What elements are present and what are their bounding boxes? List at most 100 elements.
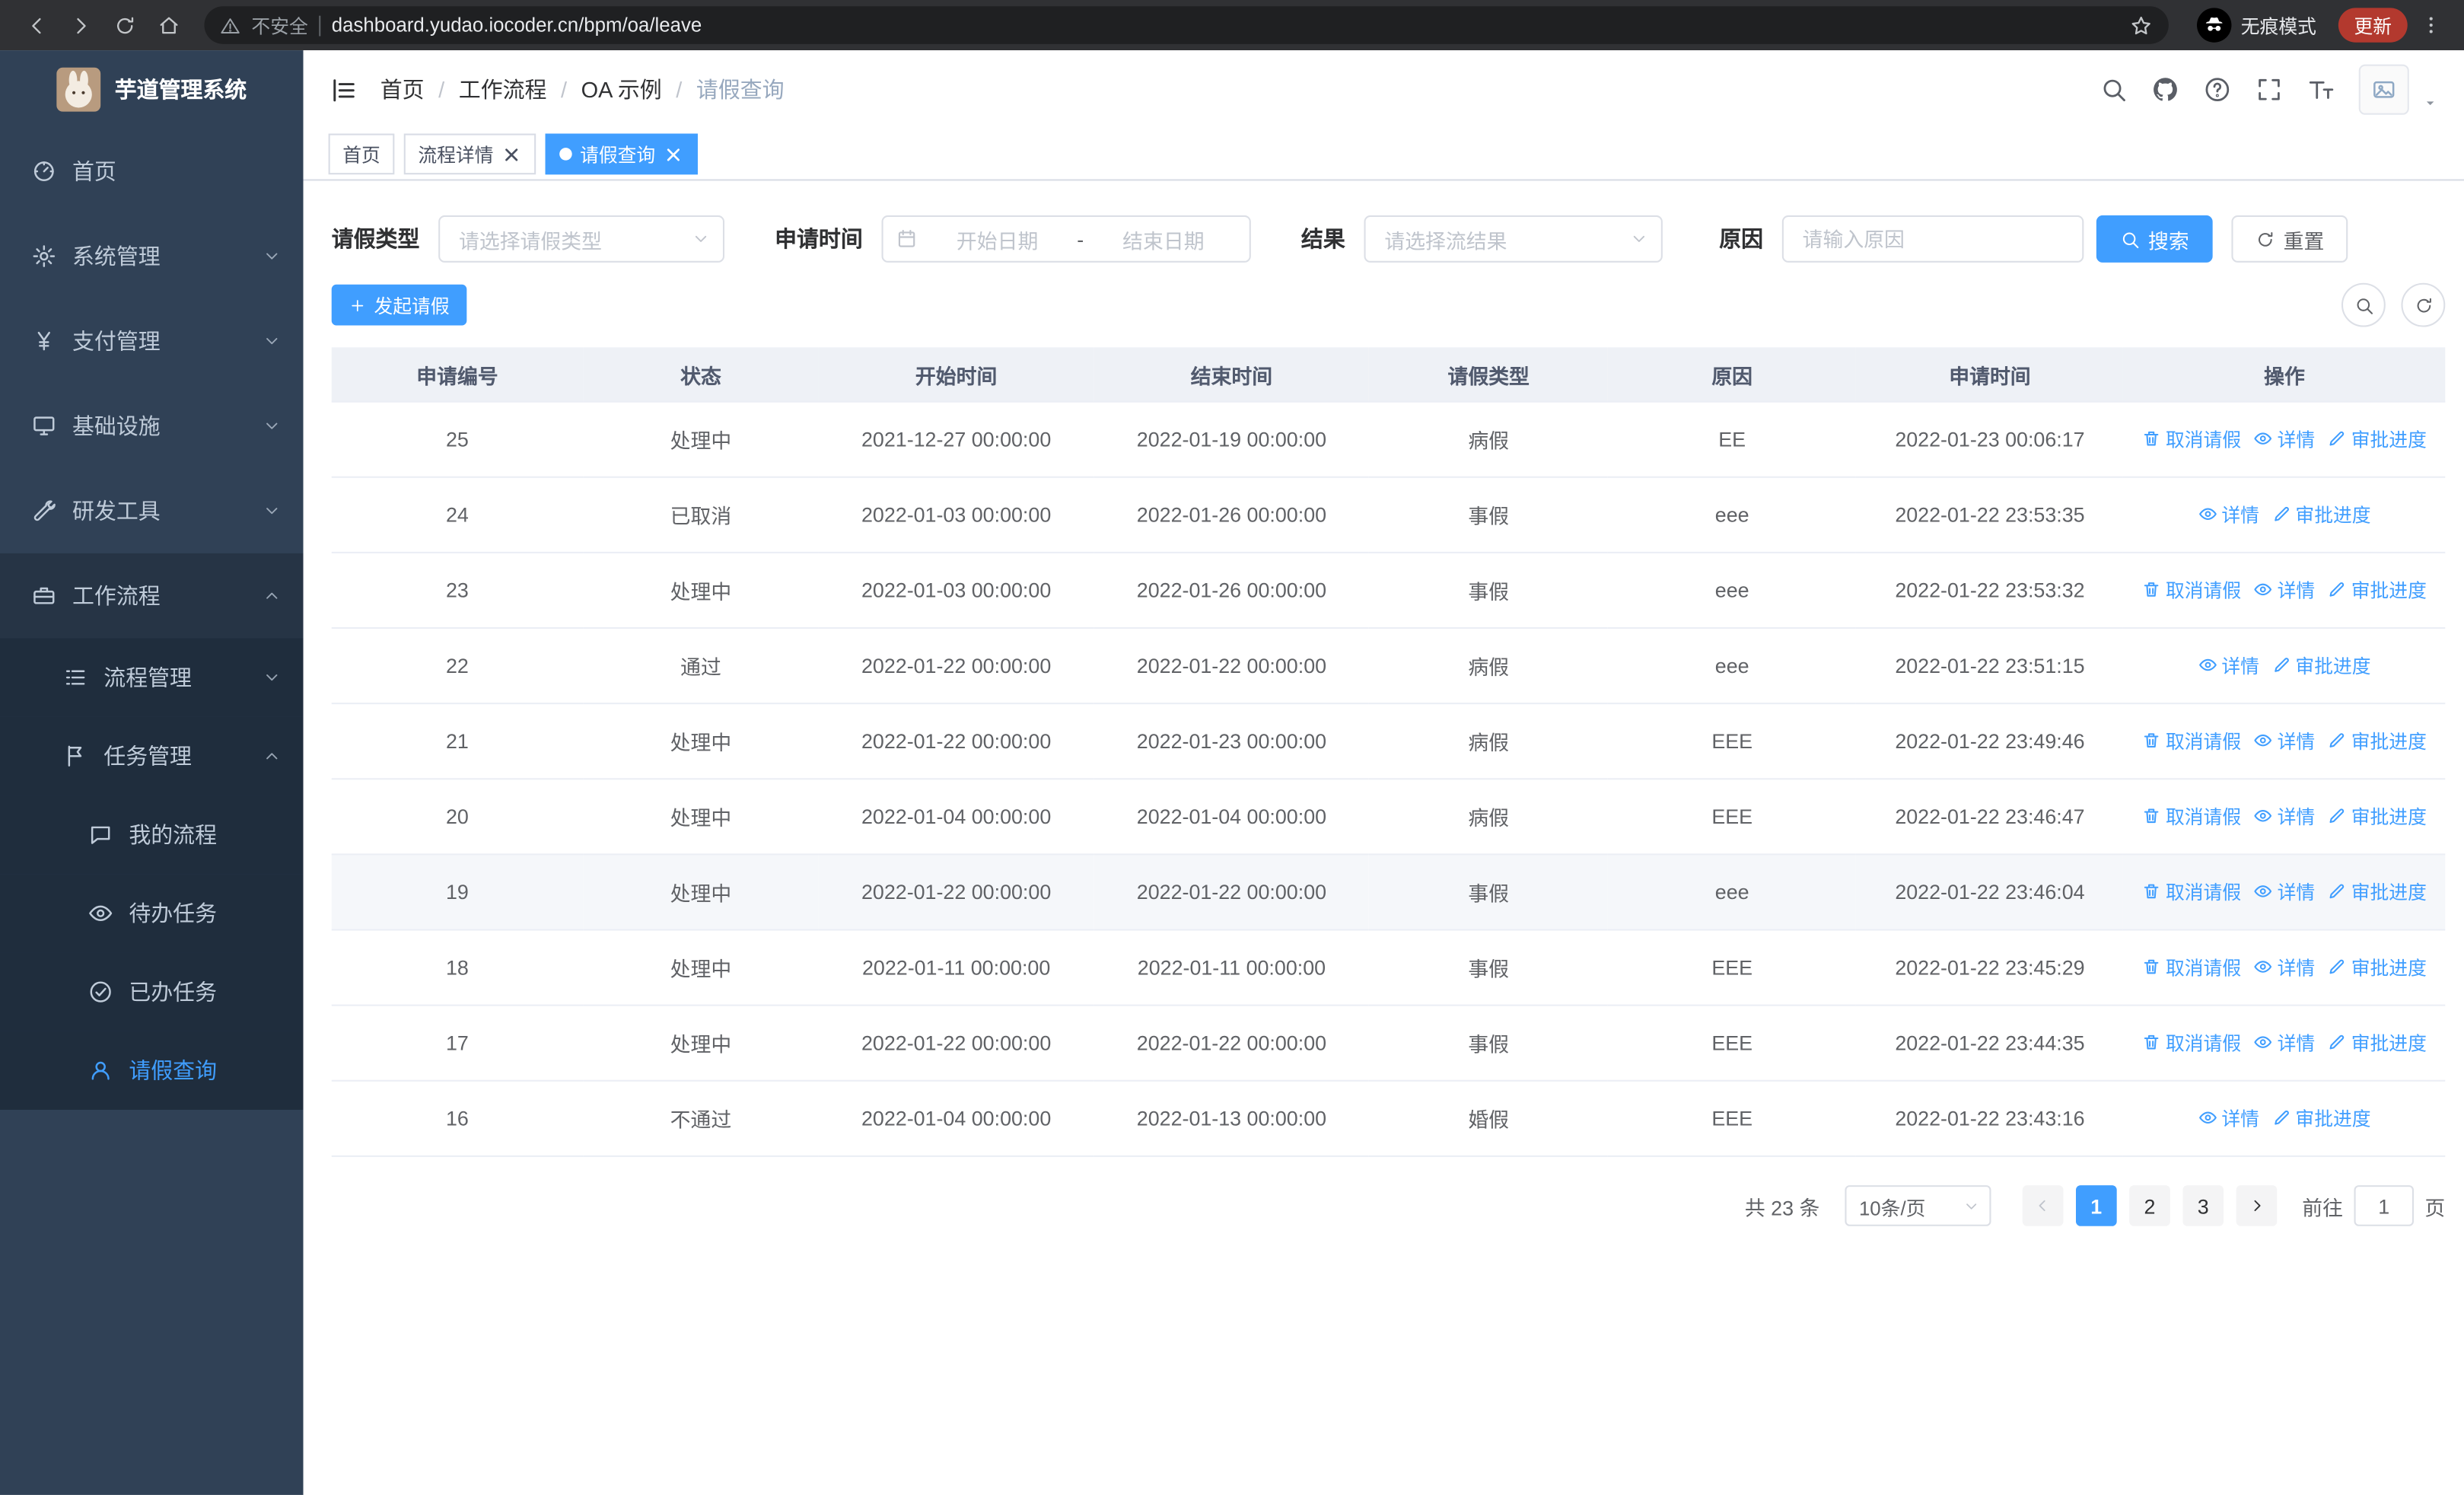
approval-progress-action-link[interactable]: 审批进度	[2271, 1105, 2371, 1131]
create-leave-button[interactable]: 发起请假	[331, 284, 467, 326]
sidebar-item-devtools[interactable]: 研发工具	[0, 468, 304, 553]
forward-button[interactable]	[59, 5, 100, 46]
tab-leave-query[interactable]: 请假查询	[545, 133, 699, 175]
action-label: 详情	[2277, 579, 2316, 602]
column-header: 申请编号	[331, 347, 584, 403]
url-text[interactable]: dashboard.yudao.iocoder.cn/bpm/oa/leave	[332, 14, 2119, 37]
next-page-button[interactable]	[2236, 1185, 2278, 1226]
detail-action-link[interactable]: 详情	[2254, 576, 2316, 603]
result-select[interactable]: 请选择流结果	[1364, 215, 1663, 263]
chevron-down-icon[interactable]	[2421, 94, 2439, 111]
cancel-leave-action-link[interactable]: 取消请假	[2142, 728, 2241, 754]
leave-type-select[interactable]: 请选择请假类型	[438, 215, 725, 263]
sidebar-item-leave-query[interactable]: 请假查询	[0, 1031, 304, 1110]
bookmark-star-icon[interactable]	[2129, 14, 2153, 37]
detail-action-link[interactable]: 详情	[2198, 652, 2259, 679]
cancel-leave-action-link[interactable]: 取消请假	[2142, 803, 2241, 830]
detail-action-link[interactable]: 详情	[2254, 1029, 2315, 1056]
detail-action-link[interactable]: 详情	[2254, 954, 2315, 980]
table-row: 18 处理中 2022-01-11 00:00:00 2022-01-11 00:00…	[331, 929, 2446, 1006]
update-button[interactable]: 更新	[2338, 8, 2408, 43]
cancel-leave-action-link[interactable]: 取消请假	[2142, 878, 2241, 905]
edit-icon	[2271, 505, 2291, 524]
sidebar-item-infrastructure[interactable]: 基础设施	[0, 384, 304, 469]
sidebar-item-home[interactable]: 首页	[0, 129, 304, 214]
view-icon	[2254, 882, 2273, 901]
cancel-leave-action-link[interactable]: 取消请假	[2142, 954, 2241, 980]
tab-process-detail[interactable]: 流程详情	[403, 133, 536, 175]
detail-action-link[interactable]: 详情	[2198, 1105, 2259, 1131]
cell-apply-id: 25	[331, 401, 584, 478]
font-size-icon[interactable]	[2307, 75, 2335, 104]
sidebar-item-process-management[interactable]: 流程管理	[0, 638, 304, 717]
cell-end-time: 2022-01-22 00:00:00	[1094, 1005, 1370, 1082]
sidebar-item-done-tasks[interactable]: 已办任务	[0, 952, 304, 1031]
toggle-search-button[interactable]	[2341, 282, 2386, 327]
help-icon[interactable]	[2203, 75, 2231, 104]
approval-progress-action-link[interactable]: 审批进度	[2328, 954, 2427, 980]
apply-time-range-picker[interactable]: 开始日期 - 结束日期	[881, 215, 1251, 263]
approval-progress-action-link[interactable]: 审批进度	[2271, 652, 2371, 679]
detail-action-link[interactable]: 详情	[2254, 878, 2315, 905]
cancel-leave-action-link[interactable]: 取消请假	[2142, 1029, 2241, 1056]
sidebar-toggle-icon[interactable]	[329, 75, 358, 104]
sidebar-item-my-process[interactable]: 我的流程	[0, 795, 304, 875]
page-size-select[interactable]: 10条/页	[1845, 1185, 1991, 1226]
sidebar-item-workflow[interactable]: 工作流程	[0, 553, 304, 639]
home-button[interactable]	[148, 5, 189, 46]
goto-page-input[interactable]	[2354, 1185, 2414, 1226]
browser-menu-button[interactable]	[2414, 8, 2448, 42]
filter-form: 请假类型 请选择请假类型 申请时间 开始日期 - 结束日期 结果 请选择流结果	[332, 215, 2446, 263]
leave-type-label: 请假类型	[331, 226, 420, 252]
detail-action-link[interactable]: 详情	[2254, 728, 2315, 754]
start-date-placeholder[interactable]: 开始日期	[924, 224, 1071, 253]
address-bar[interactable]: 不安全 dashboard.yudao.iocoder.cn/bpm/oa/le…	[204, 6, 2169, 44]
reason-input[interactable]	[1781, 215, 2084, 263]
breadcrumb-item[interactable]: 工作流程	[459, 74, 547, 105]
approval-progress-action-link[interactable]: 审批进度	[2271, 501, 2371, 528]
main-panel: 首页 / 工作流程 / OA 示例 / 请假查询 首页 流程详情 请假查询 请假类型	[303, 50, 2464, 1495]
approval-progress-action-link[interactable]: 审批进度	[2328, 576, 2427, 603]
back-button[interactable]	[16, 5, 57, 46]
approval-progress-action-link[interactable]: 审批进度	[2328, 803, 2427, 830]
end-date-placeholder[interactable]: 结束日期	[1090, 224, 1237, 253]
cell-actions: 取消请假 详情 审批进度	[2123, 1005, 2446, 1082]
page-button-2[interactable]: 2	[2129, 1185, 2170, 1226]
approval-progress-action-link[interactable]: 审批进度	[2328, 426, 2427, 452]
security-warning-icon[interactable]	[220, 15, 240, 36]
breadcrumb-item[interactable]: 首页	[380, 74, 425, 105]
search-button[interactable]: 搜索	[2096, 215, 2213, 263]
github-icon[interactable]	[2151, 75, 2179, 104]
cancel-leave-action-link[interactable]: 取消请假	[2142, 576, 2241, 603]
sidebar-item-todo-tasks[interactable]: 待办任务	[0, 874, 304, 953]
cancel-leave-action-link[interactable]: 取消请假	[2142, 426, 2241, 452]
fullscreen-icon[interactable]	[2255, 75, 2283, 104]
search-icon[interactable]	[2099, 75, 2128, 104]
refresh-table-button[interactable]	[2401, 282, 2446, 327]
approval-progress-action-link[interactable]: 审批进度	[2328, 728, 2427, 754]
approval-progress-action-link[interactable]: 审批进度	[2328, 1029, 2427, 1056]
user-avatar[interactable]	[2358, 64, 2409, 115]
sidebar-item-task-management[interactable]: 任务管理	[0, 716, 304, 795]
sidebar-item-system[interactable]: 系统管理	[0, 214, 304, 299]
cell-end-time: 2022-01-22 00:00:00	[1094, 854, 1370, 931]
action-label: 审批进度	[2295, 504, 2371, 527]
security-label[interactable]: 不安全	[251, 11, 307, 38]
page-button-3[interactable]: 3	[2182, 1185, 2224, 1226]
app-logo[interactable]: 芋道管理系统	[0, 50, 304, 129]
detail-action-link[interactable]: 详情	[2254, 426, 2315, 452]
detail-action-link[interactable]: 详情	[2254, 803, 2315, 830]
cell-apply-id: 16	[331, 1080, 584, 1157]
sidebar-item-payment[interactable]: 支付管理	[0, 298, 304, 384]
breadcrumb-item[interactable]: OA 示例	[581, 74, 662, 105]
reload-button[interactable]	[103, 5, 145, 46]
breadcrumb-item: 请假查询	[696, 77, 785, 103]
approval-progress-action-link[interactable]: 审批进度	[2328, 878, 2427, 905]
breadcrumb-separator: /	[676, 77, 683, 103]
reset-button[interactable]: 重置	[2231, 215, 2348, 263]
tab-home[interactable]: 首页	[328, 133, 395, 175]
cell-reason: EEE	[1608, 929, 1857, 1006]
prev-page-button[interactable]	[2022, 1185, 2064, 1226]
detail-action-link[interactable]: 详情	[2198, 501, 2259, 528]
page-button-1[interactable]: 1	[2075, 1185, 2117, 1226]
